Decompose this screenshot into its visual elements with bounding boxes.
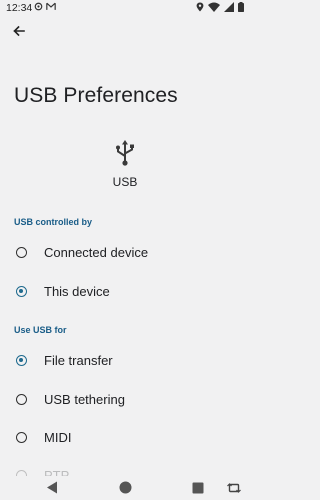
location-icon	[196, 2, 204, 12]
radio-button[interactable]	[16, 247, 27, 258]
option-label: MIDI	[44, 430, 72, 445]
settings-gear-icon	[34, 2, 43, 11]
radio-button[interactable]	[16, 432, 27, 443]
navigation-bar	[0, 476, 250, 500]
option-midi[interactable]: MIDI	[0, 420, 250, 456]
option-connected-device[interactable]: Connected device	[0, 235, 250, 271]
usb-label: USB	[112, 175, 138, 189]
gmail-icon	[46, 2, 56, 11]
rotate-icon[interactable]	[227, 481, 241, 499]
option-label: File transfer	[44, 353, 113, 368]
option-label: Connected device	[44, 245, 149, 260]
use-usb-for-header: Use USB for	[14, 325, 67, 335]
status-bar: 12:34	[0, 0, 250, 16]
recents-square-icon[interactable]	[192, 481, 204, 499]
radio-button[interactable]	[16, 394, 27, 405]
back-button[interactable]	[8, 22, 30, 44]
option-label: This device	[44, 284, 110, 299]
status-time: 12:34	[6, 2, 33, 14]
radio-button-selected[interactable]	[16, 355, 27, 366]
option-usb-tethering[interactable]: USB tethering	[0, 382, 250, 418]
radio-button-selected[interactable]	[16, 286, 27, 297]
page-title: USB Preferences	[14, 84, 178, 107]
option-label: USB tethering	[44, 392, 125, 407]
home-circle-icon[interactable]	[119, 481, 132, 499]
battery-icon	[238, 2, 244, 12]
signal-icon	[224, 2, 234, 12]
wifi-icon	[208, 2, 220, 12]
usb-icon	[112, 139, 138, 167]
option-file-transfer[interactable]: File transfer	[0, 343, 250, 379]
option-this-device[interactable]: This device	[0, 274, 250, 310]
controlled-by-header: USB controlled by	[14, 217, 93, 227]
back-triangle-icon[interactable]	[46, 481, 58, 499]
arrow-back-icon	[12, 24, 26, 43]
